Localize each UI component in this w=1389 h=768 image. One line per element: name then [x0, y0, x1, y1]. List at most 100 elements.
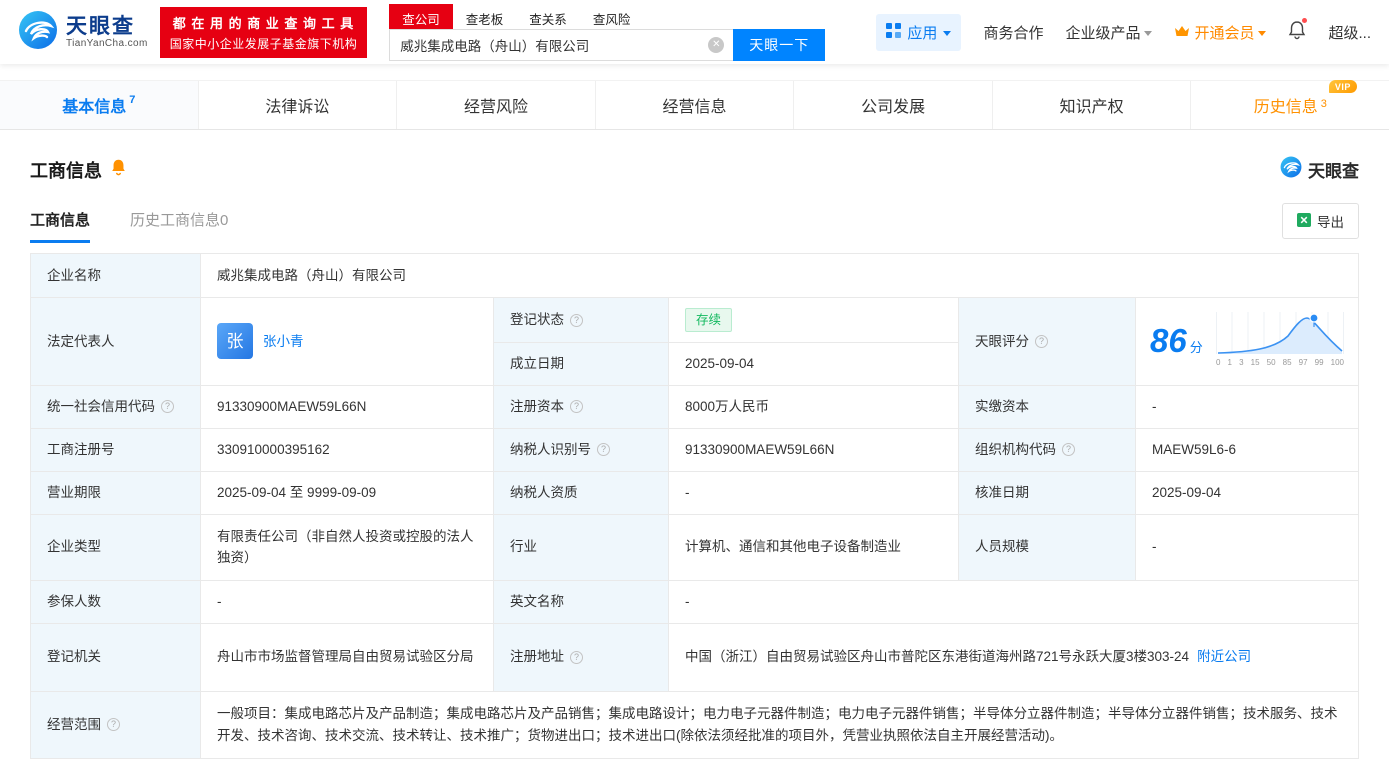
- table-row: 企业类型 有限责任公司（非自然人投资或控股的法人独资） 行业 计算机、通信和其他…: [31, 514, 1358, 581]
- company-section-tabs: 基本信息 7 法律诉讼 经营风险 经营信息 公司发展 知识产权 历史信息 3 VIP: [0, 80, 1389, 130]
- chevron-down-icon: [1258, 30, 1267, 36]
- apps-grid-icon: [886, 22, 902, 42]
- label-business-scope: 经营范围: [31, 691, 201, 758]
- value-business-term: 2025-09-04 至 9999-09-09: [201, 471, 494, 514]
- label-registered-capital: 注册资本: [494, 385, 669, 428]
- chevron-down-icon: [943, 30, 952, 36]
- logo-subtitle: TianYanCha.com: [66, 38, 148, 50]
- value-staff-size: -: [1152, 539, 1157, 555]
- legal-rep-link[interactable]: 张小青: [263, 331, 304, 353]
- value-registered-address: 中国（浙江）自由贸易试验区舟山市普陀区东港街道海州路721号永跃大厦3楼303-…: [669, 624, 1358, 691]
- tab-basic-info-count: 7: [129, 94, 136, 106]
- search-tabs: 查公司 查老板 查关系 查风险: [389, 3, 825, 29]
- tab-company-development[interactable]: 公司发展: [793, 81, 992, 129]
- tab-operating-risk[interactable]: 经营风险: [396, 81, 595, 129]
- table-row: 工商注册号 330910000395162 纳税人识别号 91330900MAE…: [31, 428, 1358, 472]
- nav-enterprise-products[interactable]: 企业级产品: [1065, 22, 1153, 43]
- excel-export-icon: [1297, 212, 1311, 230]
- table-row: 统一社会信用代码 91330900MAEW59L66N 注册资本 8000万人民…: [31, 385, 1358, 429]
- value-taxpayer-quality: -: [669, 471, 959, 514]
- value-registration-authority: 舟山市市场监督管理局自由贸易试验区分局: [201, 623, 494, 691]
- status-badge: 存续: [685, 308, 733, 332]
- score-unit: 分: [1189, 339, 1203, 355]
- tab-intellectual-property[interactable]: 知识产权: [991, 81, 1191, 129]
- tab-development-label: 公司发展: [861, 99, 926, 116]
- label-approval-date: 核准日期: [959, 471, 1136, 514]
- tab-history-label: 历史信息: [1253, 99, 1318, 116]
- subtab-business-registration[interactable]: 工商信息: [30, 209, 91, 243]
- section-header: 工商信息 天眼查: [30, 156, 1359, 183]
- help-icon: [597, 443, 610, 457]
- subtab-bar: 工商信息 历史工商信息0 导出: [30, 203, 1359, 243]
- bell-icon: [1288, 20, 1306, 45]
- table-row: 登记机关 舟山市市场监督管理局自由贸易试验区分局 注册地址 中国（浙江）自由贸易…: [31, 623, 1358, 692]
- section-title: 工商信息: [30, 160, 102, 181]
- subscribe-bell-icon[interactable]: [110, 158, 127, 181]
- tab-basic-info[interactable]: 基本信息 7: [0, 81, 198, 129]
- nav-vip-label: 开通会员: [1194, 24, 1255, 42]
- value-english-name: -: [685, 593, 690, 609]
- tab-history-info[interactable]: 历史信息 3 VIP: [1190, 80, 1389, 129]
- label-taxpayer-id: 纳税人识别号: [494, 428, 669, 471]
- value-approval-date: 2025-09-04: [1152, 484, 1222, 500]
- nav-business-cooperation[interactable]: 商务合作: [983, 22, 1043, 43]
- help-icon: [1035, 334, 1048, 348]
- search-tab-relation[interactable]: 查关系: [516, 4, 580, 29]
- label-registration-status: 登记状态: [494, 298, 669, 342]
- label-tianyan-score: 天眼评分: [959, 298, 1136, 385]
- value-registration-number: 330910000395162: [201, 428, 494, 471]
- search-tab-risk[interactable]: 查风险: [580, 4, 644, 29]
- help-icon: [570, 650, 583, 664]
- value-business-scope: 一般项目：集成电路芯片及产品制造；集成电路芯片及产品销售；集成电路设计；电力电子…: [217, 706, 1338, 743]
- search-area: 查公司 查老板 查关系 查风险 天眼一下: [389, 3, 826, 61]
- tianyancha-logo[interactable]: 天眼查 TianYanCha.com: [18, 10, 148, 55]
- nav-enterprise-label: 企业级产品: [1065, 24, 1141, 42]
- table-row: 参保人数 - 英文名称 -: [31, 580, 1358, 624]
- tab-business-info[interactable]: 经营信息: [594, 81, 794, 129]
- tab-risk-label: 经营风险: [463, 99, 528, 116]
- label-establish-date: 成立日期: [494, 343, 669, 385]
- value-tianyan-score[interactable]: 86 分 013 15 50 85 97 99 100: [1136, 298, 1358, 385]
- vip-badge: VIP: [1328, 80, 1357, 93]
- value-legal-representative: 张 张小青: [201, 298, 494, 385]
- notification-dot: [1302, 17, 1308, 23]
- tab-legal-proceedings[interactable]: 法律诉讼: [197, 81, 397, 129]
- label-company-name: 企业名称: [31, 254, 201, 297]
- clear-search-icon[interactable]: [708, 36, 725, 53]
- export-button[interactable]: 导出: [1282, 203, 1359, 239]
- table-row: 营业期限 2025-09-04 至 9999-09-09 纳税人资质 - 核准日…: [31, 471, 1358, 515]
- table-row: 企业名称 威兆集成电路（舟山）有限公司: [31, 254, 1358, 298]
- chevron-down-icon: [1144, 30, 1153, 36]
- search-tab-company[interactable]: 查公司: [389, 3, 453, 29]
- label-company-type: 企业类型: [31, 514, 201, 580]
- logo-title: 天眼查: [66, 14, 135, 38]
- nearby-companies-link[interactable]: 附近公司: [1197, 646, 1251, 668]
- search-tab-boss[interactable]: 查老板: [453, 4, 517, 29]
- top-header: 天眼查 TianYanCha.com 都 在 用 的 商 业 查 询 工 具 国…: [0, 0, 1389, 64]
- avatar[interactable]: 张: [217, 323, 253, 360]
- value-registration-status: 存续: [669, 298, 958, 342]
- search-button[interactable]: 天眼一下: [733, 28, 826, 61]
- help-icon: [161, 400, 174, 414]
- value-establish-date: 2025-09-04: [685, 356, 755, 371]
- export-label: 导出: [1317, 215, 1344, 230]
- score-distribution-chart: 013 15 50 85 97 99 100: [1216, 312, 1344, 370]
- top-nav: 应用 商务合作 企业级产品 开通会员 超级...: [876, 13, 1371, 51]
- nav-super-vip[interactable]: 超级...: [1328, 22, 1371, 43]
- tab-basic-info-label: 基本信息: [62, 99, 127, 116]
- table-row: 法定代表人 张 张小青 登记状态 存续 成立日期 2025-09-04 天眼评分…: [31, 298, 1358, 386]
- notification-bell-button[interactable]: [1288, 17, 1308, 45]
- label-paid-capital: 实缴资本: [959, 385, 1136, 428]
- nav-apps-button[interactable]: 应用: [876, 13, 962, 51]
- label-credit-code: 统一社会信用代码: [31, 385, 201, 428]
- subtab-history-registration[interactable]: 历史工商信息0: [130, 209, 228, 243]
- business-registration-table: 企业名称 威兆集成电路（舟山）有限公司 法定代表人 张 张小青 登记状态 存续 …: [30, 253, 1359, 759]
- nav-open-vip[interactable]: 开通会员: [1174, 22, 1267, 43]
- tianyancha-logo-icon: [18, 10, 58, 55]
- search-input[interactable]: [389, 28, 734, 61]
- value-credit-code: 91330900MAEW59L66N: [201, 385, 494, 428]
- label-industry: 行业: [494, 514, 669, 580]
- score-number: 86: [1150, 321, 1187, 359]
- nav-biz-label: 商务合作: [983, 24, 1044, 42]
- tab-business-label: 经营信息: [662, 99, 727, 116]
